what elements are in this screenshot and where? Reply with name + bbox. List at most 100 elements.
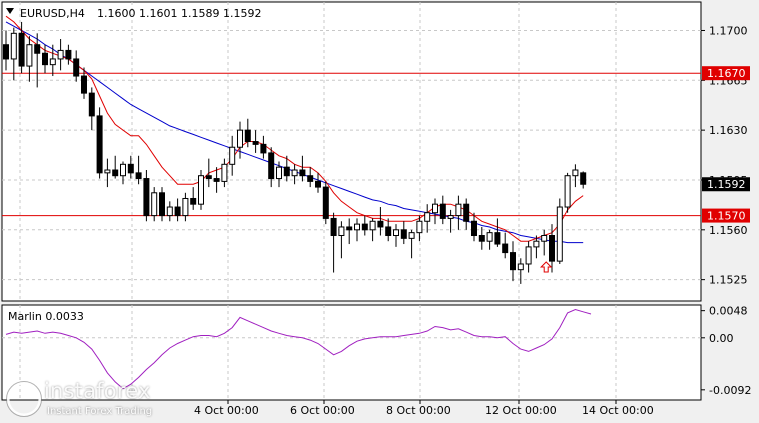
- watermark-brand: instaforex: [44, 379, 151, 403]
- candle-body: [439, 203, 446, 219]
- time-tick-label: 6 Oct 00:00: [290, 404, 355, 417]
- candle: [96, 107, 103, 179]
- price-tick-label: 1.1525: [709, 274, 748, 287]
- candle-body: [57, 49, 64, 60]
- candle-body: [143, 178, 150, 217]
- candle-body: [229, 146, 236, 165]
- candle-body: [268, 152, 275, 180]
- candle-body: [120, 163, 126, 177]
- indicator-title: Marlin 0.0033: [8, 310, 84, 323]
- candle-body: [361, 223, 368, 231]
- candle-body: [65, 49, 72, 60]
- candle-body: [244, 129, 251, 143]
- candle-body: [182, 197, 189, 217]
- watermark-tagline: Instant Forex Trading: [47, 406, 153, 417]
- candle-body: [330, 217, 337, 237]
- candle-body: [346, 226, 353, 231]
- candle: [198, 170, 204, 210]
- candle-body: [354, 223, 360, 231]
- candle-body: [400, 229, 407, 239]
- level-badge: 1.1570: [702, 208, 750, 223]
- candle-body: [252, 141, 259, 145]
- candle-body: [369, 220, 376, 231]
- candle-body: [166, 206, 173, 217]
- candle-body: [424, 212, 431, 222]
- time-tick-label: 4 Oct 00:00: [194, 404, 259, 417]
- candle: [556, 198, 563, 264]
- candle-body: [3, 44, 9, 60]
- indicator-tick-label: 0.0048: [709, 305, 748, 318]
- instaforex-logo-icon: [6, 381, 42, 417]
- level-badge-label: 1.1570: [707, 210, 746, 223]
- candle-body: [432, 203, 438, 214]
- instaforex-watermark: instaforex Instant Forex Trading: [0, 377, 190, 423]
- candle-body: [299, 169, 306, 177]
- price-chart: 1.17001.16651.16301.15951.15601.1525 0.0…: [0, 0, 759, 423]
- candle-body: [525, 246, 532, 265]
- candle-body: [315, 180, 321, 188]
- candle-body: [127, 163, 134, 174]
- time-tick-label: 8 Oct 00:00: [386, 404, 451, 417]
- candle-body: [26, 44, 33, 67]
- price-tick-label: 1.1560: [709, 224, 748, 237]
- candle-body: [276, 166, 282, 180]
- candle-body: [283, 166, 290, 177]
- candle-body: [385, 226, 392, 237]
- candle-body: [549, 235, 555, 262]
- main-pane: [1, 1, 702, 302]
- candle-body: [291, 169, 298, 177]
- candle-body: [556, 206, 563, 262]
- current-price-badge: 1.1592: [702, 177, 750, 192]
- candle-body: [96, 115, 103, 174]
- candle-body: [572, 169, 579, 177]
- chart-window: 1.17001.16651.16301.15951.15601.1525 0.0…: [0, 0, 759, 423]
- candle-body: [34, 44, 41, 54]
- candle-body: [18, 32, 25, 67]
- candle-body: [112, 169, 119, 177]
- candle-body: [322, 186, 329, 219]
- candle-body: [42, 52, 48, 66]
- candle: [564, 172, 571, 213]
- candle-body: [213, 178, 220, 182]
- candle-body: [502, 243, 509, 254]
- level-badge: 1.1670: [702, 66, 750, 81]
- current-price-badge-label: 1.1592: [707, 178, 746, 191]
- candle: [322, 181, 329, 225]
- candle-body: [408, 232, 415, 239]
- candle-body: [580, 172, 587, 185]
- candle-body: [205, 175, 212, 180]
- candle-body: [338, 226, 345, 237]
- candle-body: [237, 129, 243, 148]
- candle-body: [174, 206, 181, 217]
- candle-body: [533, 240, 540, 248]
- candle-body: [49, 58, 56, 66]
- indicator-tick-label: 0.00: [709, 332, 734, 345]
- candle-body: [307, 175, 314, 182]
- candle-body: [104, 169, 111, 174]
- candle-body: [81, 75, 87, 94]
- candle-body: [416, 220, 423, 234]
- candle-body: [564, 175, 571, 208]
- candle-body: [260, 143, 267, 154]
- candle-body: [447, 215, 454, 219]
- candle-body: [455, 203, 462, 217]
- indicator-tick-label: -0.0092: [709, 384, 751, 397]
- candle-body: [517, 263, 524, 271]
- symbol-title: EURUSD,H4: [20, 7, 85, 20]
- ohlc-readout: 1.1600 1.1601 1.1589 1.1592: [97, 7, 261, 20]
- price-tick-label: 1.1700: [709, 24, 748, 37]
- candle-body: [88, 92, 95, 117]
- candle-body: [393, 229, 399, 237]
- candle-body: [198, 175, 204, 205]
- candle-body: [471, 220, 477, 237]
- candle-body: [486, 232, 493, 242]
- candle-body: [221, 163, 228, 182]
- candle-body: [510, 252, 516, 271]
- time-tick-label: 14 Oct 00:00: [582, 404, 654, 417]
- candle-body: [135, 172, 142, 180]
- candle-body: [190, 197, 197, 205]
- candle-body: [463, 203, 470, 222]
- candle-body: [151, 192, 158, 217]
- price-tick-label: 1.1630: [709, 124, 748, 137]
- time-tick-label: 12 Oct 00:00: [485, 404, 557, 417]
